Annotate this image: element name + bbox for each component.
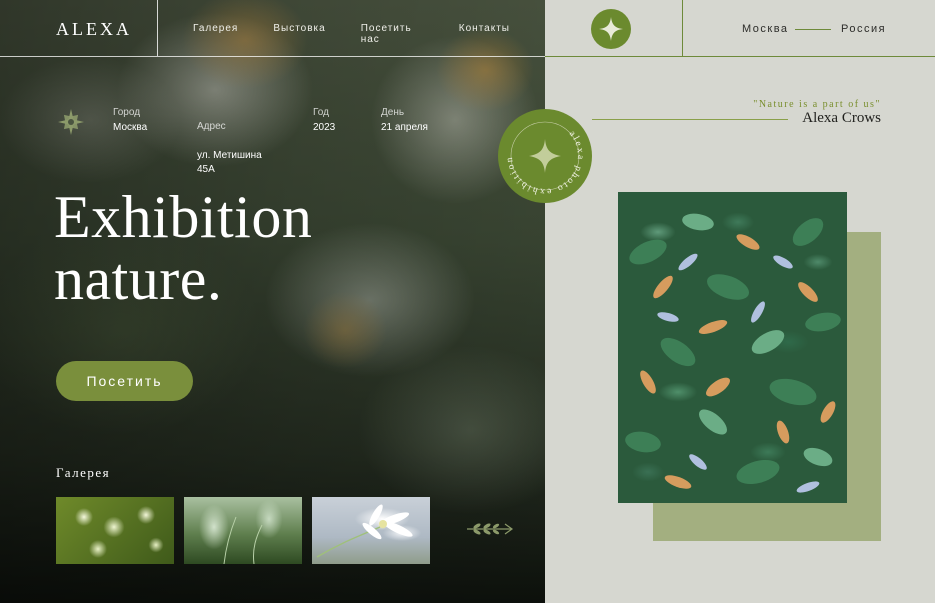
four-point-star-icon (599, 17, 623, 41)
nav-item-gallery[interactable]: Галерея (193, 23, 238, 45)
brand-logo[interactable]: ALEXA (56, 19, 132, 40)
nav-item-contacts[interactable]: Контакты (459, 23, 510, 45)
quote-text: "Nature is a part of us" (753, 99, 881, 110)
header-divider-right (682, 0, 683, 56)
exhibition-badge[interactable]: alexa photo exhibition (498, 109, 592, 203)
header-divider (157, 0, 158, 56)
info-city-label: Город (113, 107, 141, 118)
gallery-thumb-3[interactable] (312, 497, 430, 564)
branch-arrow-icon[interactable] (465, 521, 515, 537)
location-divider (795, 29, 831, 30)
gallery-title: Галерея (56, 465, 111, 480)
hero-section: ALEXA Галерея Выстовка Посетить нас Конт… (0, 0, 545, 603)
sparkle-star-icon (58, 109, 84, 135)
info-day-value: 21 апреля (381, 122, 428, 133)
info-day-label: День (381, 107, 405, 118)
grass-stems-graphic (223, 516, 263, 564)
info-city: Город Москва (113, 106, 147, 135)
quote-line (592, 119, 788, 120)
hero-headline: Exhibition nature. (54, 186, 312, 310)
nav-item-exhibition[interactable]: Выстовка (273, 23, 325, 45)
gallery-thumb-1[interactable] (56, 497, 174, 564)
nav-item-visit[interactable]: Посетить нас (361, 23, 424, 45)
badge-graphic: alexa photo exhibition (505, 121, 583, 196)
info-address: Адрес ул. Метишина 45А (197, 106, 262, 191)
header-bottom-line (0, 56, 545, 57)
star-logo[interactable] (591, 9, 631, 49)
info-city-value: Москва (113, 122, 148, 133)
hero-headline-line2: nature. (54, 246, 223, 312)
featured-photo[interactable] (618, 192, 847, 503)
info-year: Год 2023 (313, 106, 335, 135)
main-nav: Галерея Выстовка Посетить нас Контакты (193, 23, 545, 45)
visit-button[interactable]: Посетить (56, 361, 193, 401)
header-bottom-line-right (545, 56, 935, 57)
info-address-label: Адрес (197, 121, 226, 132)
daisy-flower-graphic (316, 504, 413, 558)
gallery-thumb-2[interactable] (184, 497, 302, 564)
info-year-label: Год (313, 107, 329, 118)
info-year-value: 2023 (313, 122, 336, 133)
info-address-value: ул. Метишина 45А (197, 150, 262, 175)
location-country: Россия (841, 23, 887, 35)
quote-author: Alexa Crows (802, 110, 881, 126)
hero-headline-line1: Exhibition (54, 184, 313, 250)
honeysuckle-photo-graphic (625, 213, 841, 493)
info-day: День 21 апреля (381, 106, 428, 135)
location-city: Москва (742, 23, 789, 35)
